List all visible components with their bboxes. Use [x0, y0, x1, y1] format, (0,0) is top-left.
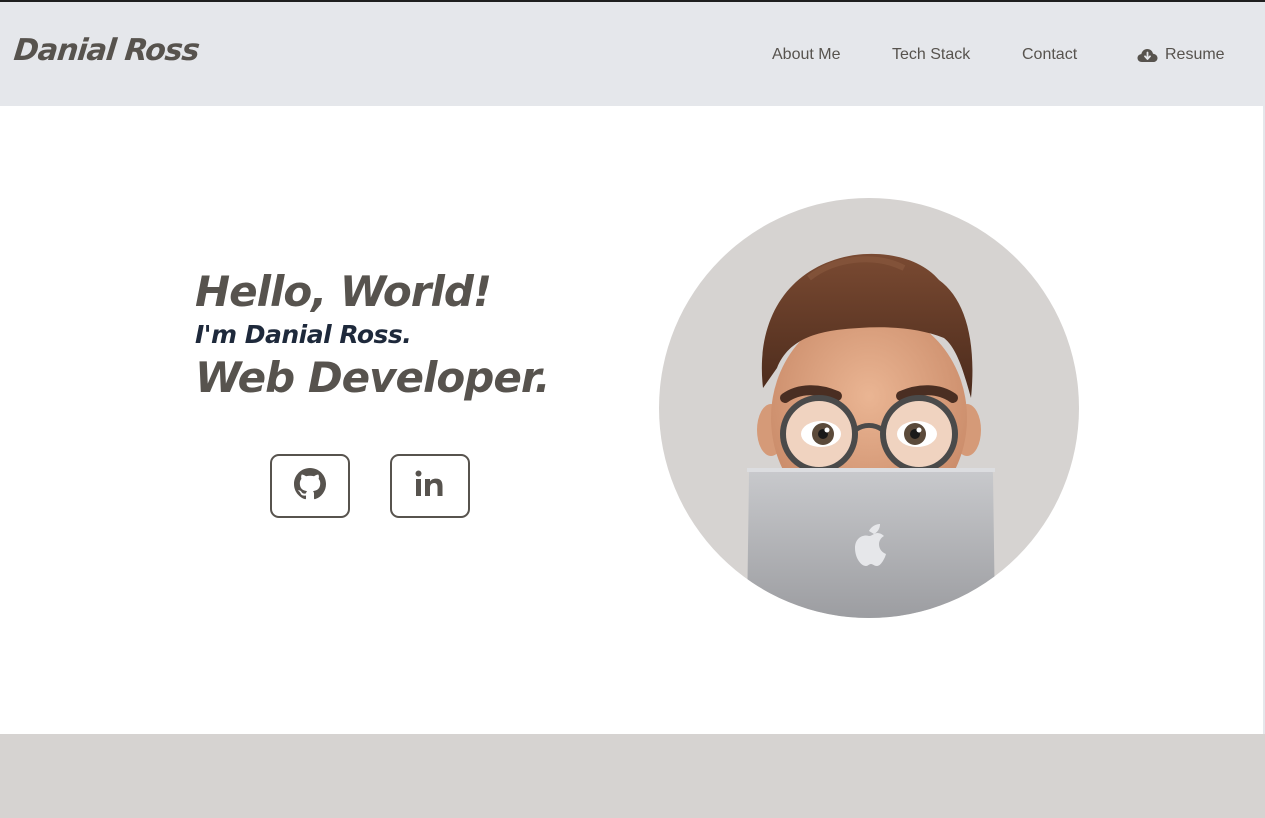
- resume-label: Resume: [1165, 46, 1225, 63]
- brand-logo[interactable]: Danial Ross: [12, 33, 200, 68]
- memoji-avatar-image: [747, 253, 995, 618]
- hero-name-line: I'm Danial Ross.: [195, 320, 412, 349]
- github-link-button[interactable]: [270, 454, 350, 518]
- nav-link-tech-stack[interactable]: Tech Stack: [892, 46, 970, 64]
- resume-download-link[interactable]: Resume: [1137, 46, 1225, 64]
- nav-link-about[interactable]: About Me: [772, 46, 840, 64]
- navbar: Danial Ross About Me Tech Stack Contact …: [0, 2, 1265, 106]
- github-icon: [294, 467, 326, 505]
- hero-text-block: Hello, World! I'm Danial Ross. Web Devel…: [195, 267, 551, 402]
- hero-greeting: Hello, World!: [195, 267, 492, 316]
- profile-avatar: [659, 198, 1079, 618]
- next-section-band: [0, 734, 1265, 818]
- nav-link-contact[interactable]: Contact: [1022, 46, 1077, 64]
- linkedin-link-button[interactable]: [390, 454, 470, 518]
- cloud-download-icon: [1137, 48, 1158, 63]
- linkedin-icon: [414, 468, 446, 505]
- hero-role: Web Developer.: [195, 353, 551, 402]
